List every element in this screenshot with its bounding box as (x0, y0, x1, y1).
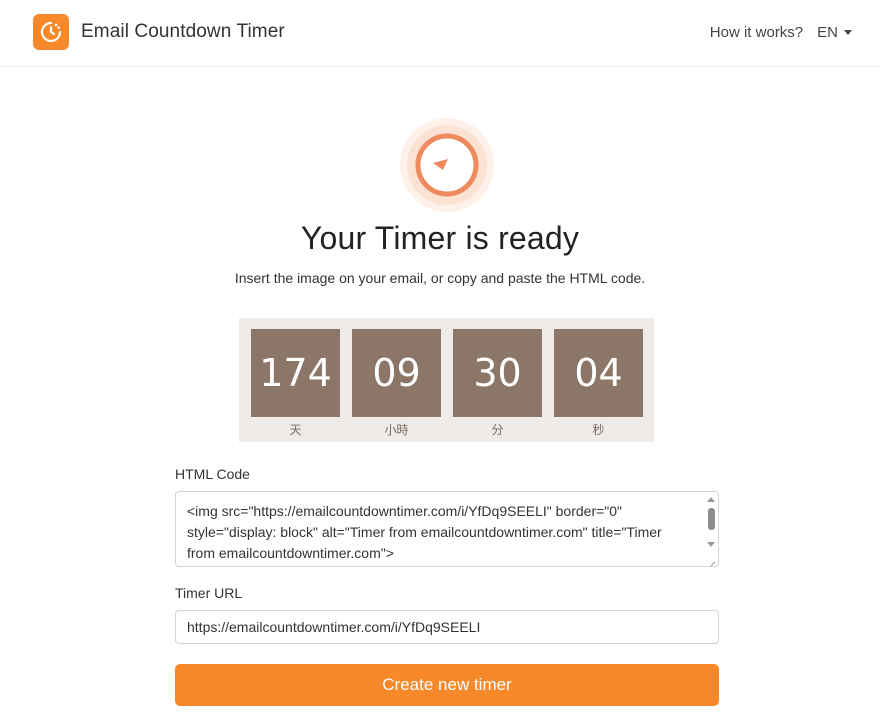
timer-minutes-value: 30 (453, 329, 542, 417)
timer-hours: 09 小時 (352, 329, 441, 438)
timer-url-value: https://emailcountdowntimer.com/i/YfDq9S… (187, 619, 481, 635)
page-subtitle: Insert the image on your email, or copy … (234, 270, 646, 286)
brand[interactable]: Email Countdown Timer (33, 14, 285, 50)
timer-minutes-unit: 分 (491, 423, 504, 437)
language-dropdown[interactable]: EN (817, 24, 852, 41)
create-new-timer-button[interactable]: Create new timer (175, 664, 719, 706)
timer-icon (399, 117, 495, 213)
scroll-thumb[interactable] (707, 508, 715, 530)
how-it-works-link[interactable]: How it works? (710, 24, 803, 41)
timer-seconds: 04 秒 (554, 329, 643, 438)
timer-days-value: 174 (251, 329, 340, 417)
timer-days-unit: 天 (289, 423, 302, 437)
language-label: EN (817, 24, 838, 41)
clock-icon (33, 14, 69, 50)
html-code-label: HTML Code (175, 466, 250, 482)
resize-handle-icon[interactable] (707, 555, 716, 566)
page-title: Your Timer is ready (300, 220, 580, 256)
timer-hours-value: 09 (352, 329, 441, 417)
scroll-up-icon[interactable] (707, 497, 715, 502)
timer-seconds-value: 04 (554, 329, 643, 417)
timer-days: 174 天 (251, 329, 340, 438)
caret-down-icon (844, 30, 852, 35)
timer-minutes: 30 分 (453, 329, 542, 438)
countdown-timer-preview: 174 天 09 小時 30 分 04 秒 (239, 318, 654, 442)
textarea-scrollbar[interactable] (707, 497, 715, 561)
timer-seconds-unit: 秒 (592, 423, 605, 437)
timer-hours-unit: 小時 (384, 423, 409, 437)
timer-url-label: Timer URL (175, 585, 243, 601)
scroll-down-icon[interactable] (707, 542, 715, 547)
nav-right: How it works? EN (710, 24, 852, 41)
brand-name: Email Countdown Timer (81, 21, 285, 42)
navbar: Email Countdown Timer How it works? EN (0, 0, 880, 67)
timer-url-input[interactable]: https://emailcountdowntimer.com/i/YfDq9S… (175, 610, 719, 644)
html-code-text: <img src="https://emailcountdowntimer.co… (187, 503, 662, 561)
html-code-textarea[interactable]: <img src="https://emailcountdowntimer.co… (175, 491, 719, 567)
